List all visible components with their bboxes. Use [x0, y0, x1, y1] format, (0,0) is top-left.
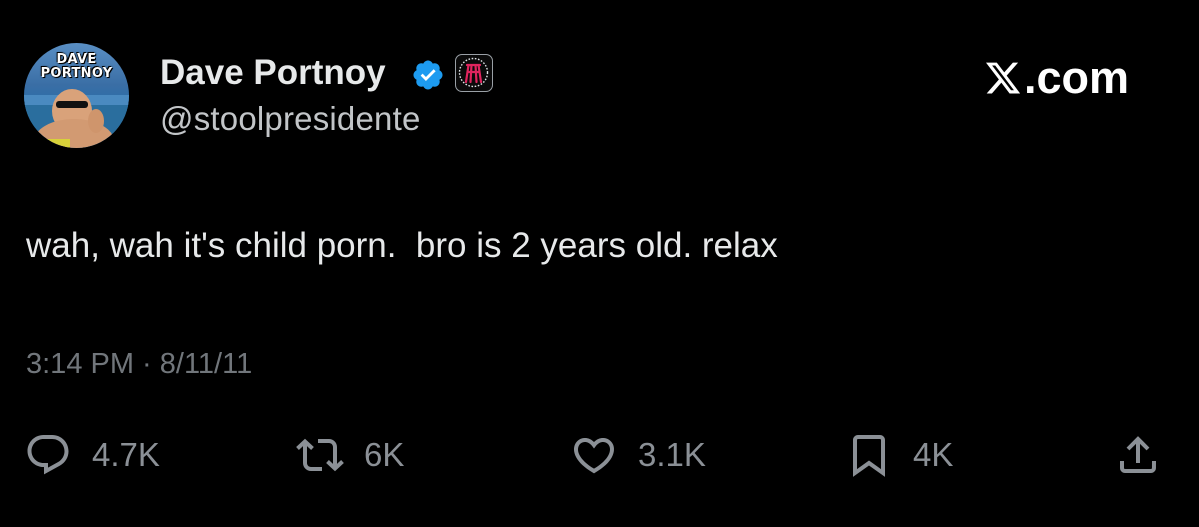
tweet-timestamp[interactable]: 3:14 PM · 8/11/11: [26, 346, 252, 382]
reply-button[interactable]: 4.7K: [24, 427, 160, 483]
repost-icon: [296, 438, 344, 472]
repost-button[interactable]: 6K: [296, 427, 404, 483]
avatar-caption-line-2: PORTNOY: [40, 66, 113, 81]
share-button[interactable]: [1114, 427, 1162, 483]
heart-icon: [573, 438, 615, 474]
avatar[interactable]: DAVE PORTNOY: [24, 43, 129, 148]
bookmark-count: 4K: [913, 436, 954, 473]
tweet-card: DAVE PORTNOY Dave Portnoy @stoolpresiden…: [0, 0, 1199, 527]
verified-badge-icon[interactable]: [411, 58, 445, 92]
x-logo-domain: .com: [1024, 52, 1130, 103]
share-icon: [1120, 436, 1156, 473]
tweet-actions-bar: 4.7K 6K 3.1K 4K: [0, 427, 1199, 483]
barstool-affiliate-icon[interactable]: [455, 54, 493, 92]
user-handle[interactable]: @stoolpresidente: [160, 99, 421, 139]
avatar-caption-line-1: DAVE: [56, 52, 97, 67]
tweet-text: wah, wah it's child porn. bro is 2 years…: [26, 226, 778, 265]
repost-count: 6K: [364, 436, 405, 473]
bookmark-icon: [853, 435, 885, 477]
like-count: 3.1K: [638, 436, 706, 473]
reply-count: 4.7K: [92, 436, 160, 473]
x-logo: .com: [984, 54, 1129, 102]
like-button[interactable]: 3.1K: [570, 427, 706, 483]
reply-icon: [27, 435, 69, 475]
x-brand-icon: [985, 62, 1021, 94]
bookmark-button[interactable]: 4K: [845, 427, 953, 483]
display-name[interactable]: Dave Portnoy: [160, 53, 386, 93]
avatar-caption: DAVE PORTNOY: [24, 53, 129, 81]
